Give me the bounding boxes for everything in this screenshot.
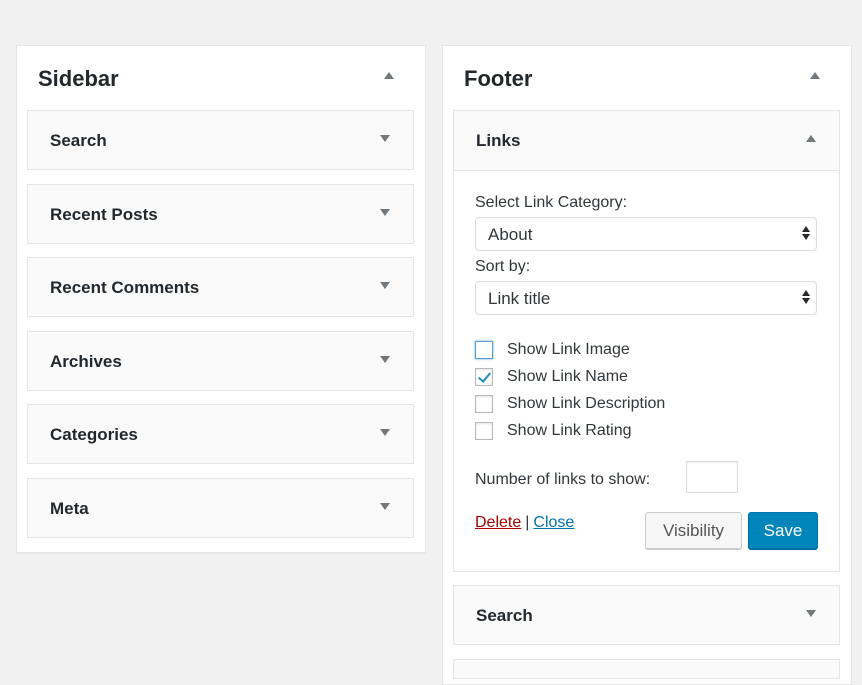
widget-title: Search: [476, 606, 533, 625]
visibility-button[interactable]: Visibility: [645, 512, 742, 549]
save-button[interactable]: Save: [748, 512, 818, 549]
sort-by-value: Link title: [488, 289, 551, 308]
select-arrows-icon: [802, 290, 810, 306]
expand-arrow-icon[interactable]: [377, 352, 393, 368]
checkmark-icon: [477, 369, 492, 383]
expand-arrow-icon[interactable]: [377, 425, 393, 441]
number-of-links-label: Number of links to show:: [475, 471, 651, 488]
widget-title: Categories: [50, 425, 138, 444]
link-category-select[interactable]: About: [475, 217, 817, 251]
collapse-arrow-icon[interactable]: [803, 131, 819, 147]
delete-link[interactable]: Delete: [475, 514, 521, 531]
sidebar-widget-area: Sidebar Search Recent Posts Recent Comme…: [16, 45, 426, 553]
close-link[interactable]: Close: [533, 514, 574, 531]
show-link-image-checkbox[interactable]: [475, 341, 493, 359]
widget-control-actions: Delete | Close: [475, 514, 574, 532]
show-link-rating-checkbox[interactable]: [475, 422, 493, 440]
expand-arrow-icon[interactable]: [377, 278, 393, 294]
checkbox-label: Show Link Rating: [507, 422, 632, 439]
widget-recent-comments[interactable]: Recent Comments: [27, 257, 414, 317]
checkbox-label: Show Link Name: [507, 368, 628, 385]
widget-title: Archives: [50, 352, 122, 371]
widget-categories[interactable]: Categories: [27, 404, 414, 464]
sort-by-label: Sort by:: [475, 258, 531, 275]
checkbox-row-show-link-description[interactable]: Show Link Description: [475, 393, 665, 415]
sort-by-select[interactable]: Link title: [475, 281, 817, 315]
expand-arrow-icon[interactable]: [377, 205, 393, 221]
widget-search[interactable]: Search: [453, 585, 840, 645]
separator: |: [525, 514, 530, 531]
sidebar-area-title: Sidebar: [38, 66, 119, 91]
checkbox-label: Show Link Image: [507, 341, 630, 358]
widget-links-header[interactable]: Links: [454, 111, 839, 171]
show-link-description-checkbox[interactable]: [475, 395, 493, 413]
widget-title: Recent Posts: [50, 205, 158, 224]
widget-search[interactable]: Search: [27, 110, 414, 170]
expand-arrow-icon[interactable]: [377, 131, 393, 147]
footer-widget-area: Footer Links Select Link Category: About…: [442, 45, 852, 685]
link-category-value: About: [488, 225, 533, 244]
checkbox-label: Show Link Description: [507, 395, 666, 412]
footer-area-title: Footer: [464, 66, 533, 91]
collapse-arrow-icon[interactable]: [381, 68, 397, 84]
checkbox-row-show-link-name[interactable]: Show Link Name: [475, 366, 628, 388]
category-label: Select Link Category:: [475, 194, 628, 211]
select-arrows-icon: [802, 226, 810, 242]
checkbox-row-show-link-image[interactable]: Show Link Image: [475, 339, 630, 361]
widget-links: Links Select Link Category: About Sort b…: [453, 110, 840, 572]
show-link-name-checkbox[interactable]: [475, 368, 493, 386]
widget-recent-posts[interactable]: Recent Posts: [27, 184, 414, 244]
number-of-links-input[interactable]: [686, 461, 738, 493]
widget-title: Recent Comments: [50, 278, 200, 297]
checkbox-row-show-link-rating[interactable]: Show Link Rating: [475, 420, 632, 442]
widget-next[interactable]: [453, 659, 840, 679]
widget-title: Links: [476, 131, 521, 150]
widget-title: Search: [50, 131, 107, 150]
widget-archives[interactable]: Archives: [27, 331, 414, 391]
collapse-arrow-icon[interactable]: [807, 68, 823, 84]
expand-arrow-icon[interactable]: [377, 499, 393, 515]
widget-title: Meta: [50, 499, 89, 518]
expand-arrow-icon[interactable]: [803, 606, 819, 622]
widget-meta[interactable]: Meta: [27, 478, 414, 538]
